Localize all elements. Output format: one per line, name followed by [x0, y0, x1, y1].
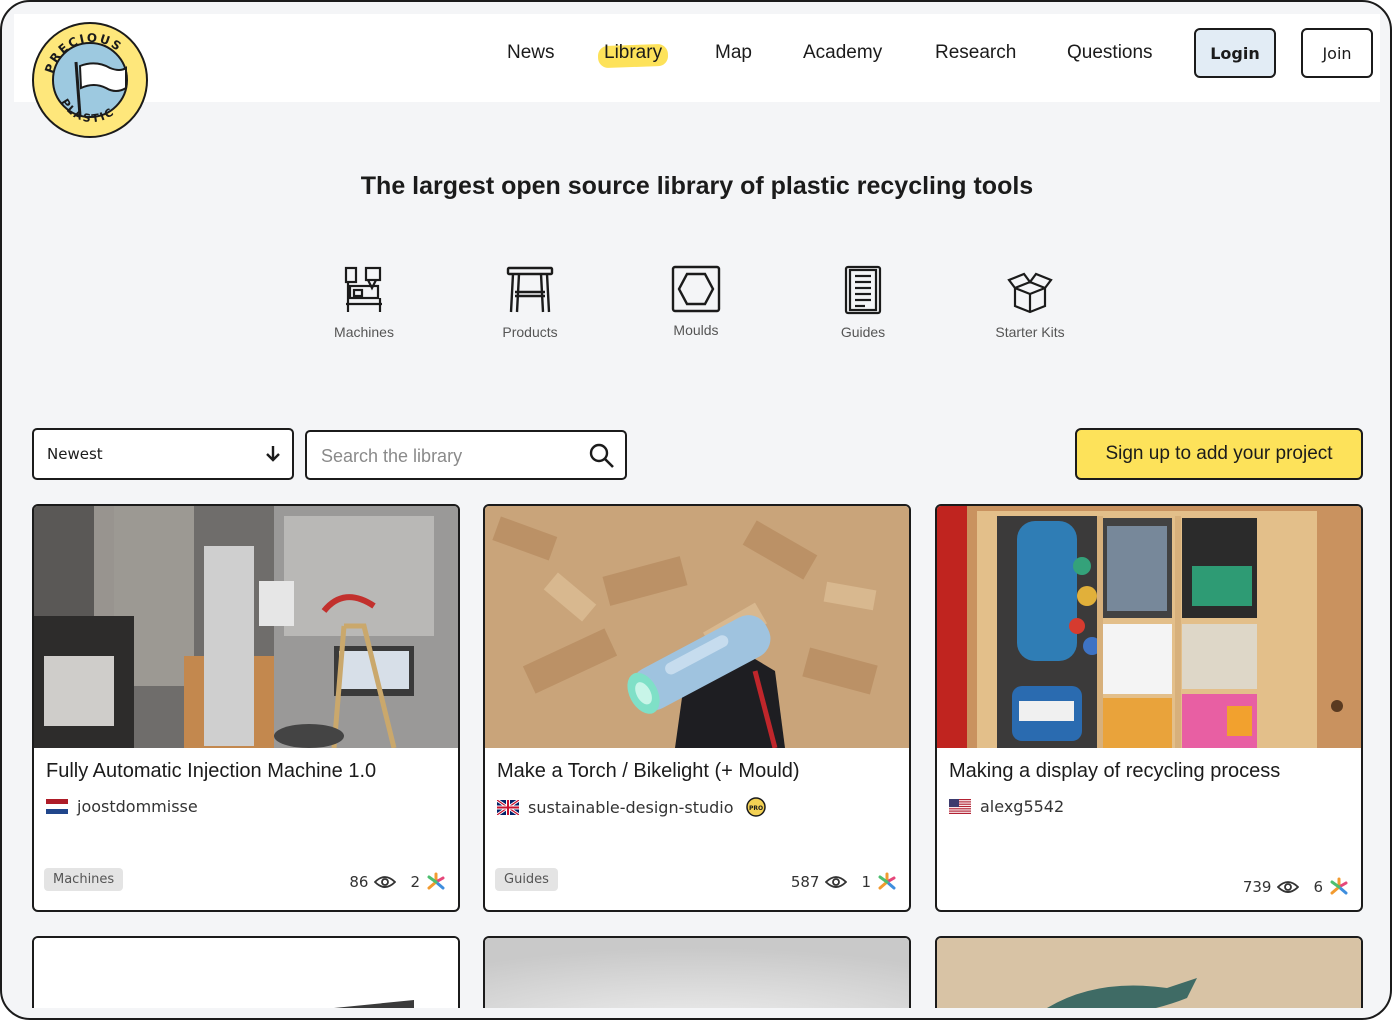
card-image[interactable] — [34, 938, 458, 1008]
sort-value: Newest — [47, 445, 103, 463]
useful-count: 6 — [1313, 878, 1323, 896]
arrow-down-icon — [266, 446, 280, 462]
flag-nl-icon — [46, 799, 68, 814]
category-label: Starter Kits — [995, 324, 1065, 340]
library-card[interactable]: Make a Torch / Bikelight (+ Mould) susta… — [483, 504, 911, 912]
precious-plastic-logo[interactable]: PRECIOUS PLASTIC — [32, 22, 148, 138]
page: News Library Map Academy Research Questi… — [14, 14, 1380, 1008]
library-card[interactable] — [32, 936, 460, 1008]
svg-text:PLASTIC: PLASTIC — [58, 96, 117, 125]
card-title[interactable]: Making a display of recycling process — [949, 760, 1280, 783]
useful-star-icon — [427, 872, 445, 890]
search-box[interactable] — [305, 430, 627, 480]
search-input[interactable] — [319, 442, 583, 470]
card-image[interactable] — [937, 938, 1361, 1008]
flag-icon: PRECIOUS PLASTIC — [42, 31, 127, 125]
category-label: Products — [502, 324, 558, 340]
login-button[interactable]: Login — [1194, 28, 1276, 78]
card-image-recycling-display[interactable] — [937, 506, 1361, 748]
machine-icon — [344, 266, 382, 312]
flag-us-icon — [949, 799, 971, 814]
card-image[interactable] — [485, 938, 909, 1008]
logo-text-bottom: PLASTIC — [58, 96, 115, 125]
card-author[interactable]: alexg5542 — [949, 797, 1064, 816]
eye-icon — [374, 876, 397, 888]
join-button[interactable]: Join — [1301, 28, 1373, 78]
nav-academy[interactable]: Academy — [803, 42, 882, 64]
card-author[interactable]: joostdommisse — [46, 797, 198, 816]
views-count: 587 — [790, 873, 820, 891]
library-card[interactable] — [483, 936, 911, 1008]
search-icon[interactable] — [589, 443, 615, 469]
useful-star-icon — [878, 872, 896, 890]
category-guides[interactable]: Guides — [803, 264, 923, 340]
eye-icon — [1277, 881, 1300, 893]
useful-star-icon — [1330, 877, 1348, 895]
nav-news[interactable]: News — [507, 42, 555, 64]
nav-research[interactable]: Research — [935, 42, 1016, 64]
views-count: 86 — [349, 873, 369, 891]
category-tag[interactable]: Machines — [44, 868, 124, 891]
library-card[interactable] — [935, 936, 1363, 1008]
nav-library[interactable]: Library — [604, 42, 662, 64]
header: News Library Map Academy Research Questi… — [14, 14, 1380, 102]
box-icon — [1007, 272, 1053, 314]
category-starter-kits[interactable]: Starter Kits — [970, 264, 1090, 340]
flag-gb-icon — [497, 799, 519, 815]
card-image-torch[interactable] — [485, 506, 909, 748]
category-label: Moulds — [673, 322, 719, 338]
card-stats: 739 6 — [1243, 877, 1349, 897]
category-tag[interactable]: Guides — [495, 868, 558, 891]
nav-questions[interactable]: Questions — [1067, 42, 1153, 64]
card-author[interactable]: sustainable-design-studio PRO — [497, 797, 766, 817]
signup-add-project-button[interactable]: Sign up to add your project — [1075, 428, 1363, 480]
category-machines[interactable]: Machines — [304, 264, 424, 340]
mould-icon — [671, 265, 721, 313]
card-stats: 86 2 — [349, 872, 446, 892]
category-label: Machines — [334, 324, 394, 340]
card-title[interactable]: Fully Automatic Injection Machine 1.0 — [46, 760, 376, 783]
author-name: sustainable-design-studio — [528, 797, 734, 817]
guide-book-icon — [844, 265, 882, 315]
card-image-injection-machine[interactable] — [34, 506, 458, 748]
category-label: Guides — [840, 324, 886, 340]
author-name: alexg5542 — [980, 797, 1065, 816]
hero-title: The largest open source library of plast… — [360, 172, 1034, 200]
device-frame: News Library Map Academy Research Questi… — [0, 0, 1392, 1020]
pro-badge-text: PRO — [748, 805, 762, 812]
views-count: 739 — [1242, 878, 1272, 896]
category-moulds[interactable]: Moulds — [636, 264, 756, 338]
pro-badge-icon: PRO — [745, 797, 766, 817]
card-title[interactable]: Make a Torch / Bikelight (+ Mould) — [497, 760, 800, 783]
card-stats: 587 1 — [791, 872, 897, 892]
author-name: joostdommisse — [77, 797, 198, 816]
nav-map[interactable]: Map — [715, 42, 752, 64]
sort-select[interactable]: Newest — [32, 428, 294, 480]
eye-icon — [825, 876, 848, 888]
useful-count: 1 — [861, 873, 871, 891]
library-card[interactable]: Making a display of recycling process al… — [935, 504, 1363, 912]
library-card[interactable]: Fully Automatic Injection Machine 1.0 jo… — [32, 504, 460, 912]
category-products[interactable]: Products — [470, 264, 590, 340]
useful-count: 2 — [410, 873, 420, 891]
stool-icon — [506, 266, 554, 313]
